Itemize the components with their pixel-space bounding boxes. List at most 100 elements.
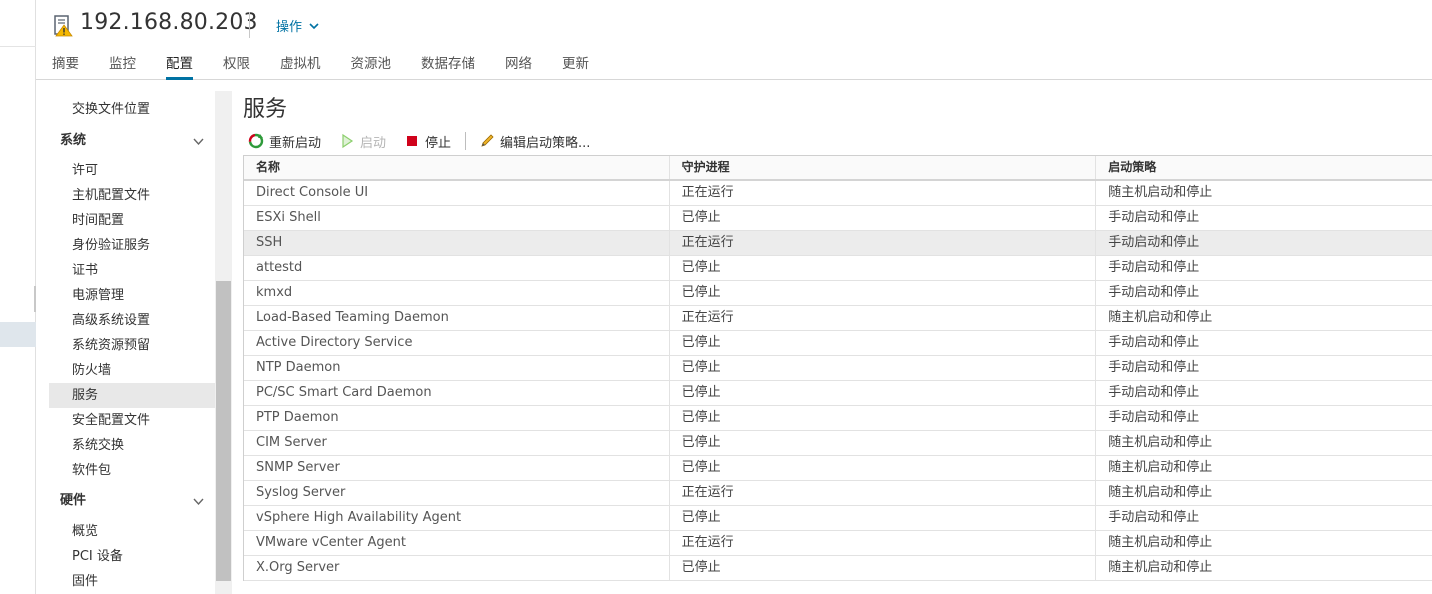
restart-icon — [248, 133, 264, 149]
service-name-cell: attestd — [244, 256, 670, 280]
tab-configure[interactable]: 配置 — [166, 54, 193, 80]
tab-monitor[interactable]: 监控 — [109, 54, 136, 80]
sidebar-scrollbar[interactable] — [215, 91, 232, 594]
startup-policy-cell: 随主机启动和停止 — [1108, 560, 1213, 575]
table-row[interactable]: NTP Daemon 已停止 手动启动和停止 — [244, 356, 1432, 381]
daemon-status-cell: 已停止 — [670, 406, 1097, 430]
service-name-cell: NTP Daemon — [244, 356, 670, 380]
tab-datastores[interactable]: 数据存储 — [421, 54, 475, 80]
edit-startup-policy-button[interactable]: 编辑启动策略... — [479, 132, 590, 151]
edit-policy-label: 编辑启动策略... — [500, 135, 591, 151]
table-row[interactable]: Active Directory Service 已停止 手动启动和停止 — [244, 331, 1432, 356]
table-row[interactable]: vSphere High Availability Agent 已停止 手动启动和停… — [244, 506, 1432, 531]
navigator-pane-edge — [0, 0, 36, 594]
service-name-cell: vSphere High Availability Agent — [244, 506, 670, 530]
service-name-cell: Syslog Server — [244, 481, 670, 505]
startup-policy-cell: 随主机启动和停止 — [1108, 535, 1213, 550]
daemon-status-cell: 已停止 — [670, 206, 1097, 230]
daemon-status-cell: 已停止 — [670, 356, 1097, 380]
service-name-cell: Direct Console UI — [244, 181, 670, 205]
table-row[interactable]: X.Org Server 已停止 随主机启动和停止 — [244, 556, 1432, 581]
table-row[interactable]: attestd 已停止 手动启动和停止 — [244, 256, 1432, 281]
chevron-down-icon — [193, 498, 204, 506]
startup-policy-cell: 随主机启动和停止 — [1108, 485, 1213, 500]
service-name-cell: SNMP Server — [244, 456, 670, 480]
sidebar-group-hardware[interactable]: 硬件 — [49, 487, 215, 515]
sidebar-group-system[interactable]: 系统 — [49, 127, 215, 155]
sidebar-scroll-thumb[interactable] — [216, 281, 231, 581]
restart-button[interactable]: 重新启动 — [248, 132, 321, 151]
table-row[interactable]: PTP Daemon 已停止 手动启动和停止 — [244, 406, 1432, 431]
table-row[interactable]: PC/SC Smart Card Daemon 已停止 手动启动和停止 — [244, 381, 1432, 406]
page-title: 服务 — [243, 97, 288, 122]
sidebar-item-pci-devices[interactable]: PCI 设备 — [49, 544, 215, 569]
object-header: 192.168.80.203 操作 摘要 监控 配置 权限 虚拟机 资源池 数据… — [36, 0, 1432, 80]
sidebar-item-firmware[interactable]: 固件 — [49, 569, 215, 594]
sidebar-item-licensing[interactable]: 许可 — [49, 158, 215, 183]
sidebar-item-swap-file-location[interactable]: 交换文件位置 — [49, 97, 215, 122]
table-header: 名称 守护进程 启动策略 — [244, 156, 1432, 181]
sidebar-item-system-swap[interactable]: 系统交换 — [49, 433, 215, 458]
table-row[interactable]: Load-Based Teaming Daemon 正在运行 随主机启动和停止 — [244, 306, 1432, 331]
column-header-startup-policy[interactable]: 启动策略 — [1096, 156, 1432, 179]
sidebar-item-firewall[interactable]: 防火墙 — [49, 358, 215, 383]
start-button[interactable]: 启动 — [339, 132, 386, 151]
startup-policy-cell: 手动启动和停止 — [1108, 260, 1200, 275]
sidebar-item-advanced-settings[interactable]: 高级系统设置 — [49, 308, 215, 333]
table-row[interactable]: CIM Server 已停止 随主机启动和停止 — [244, 431, 1432, 456]
tab-networks[interactable]: 网络 — [505, 54, 532, 80]
sidebar-item-certificate[interactable]: 证书 — [49, 258, 215, 283]
column-header-daemon[interactable]: 守护进程 — [670, 156, 1097, 179]
startup-policy-cell: 随主机启动和停止 — [1108, 310, 1213, 325]
toolbar-separator — [465, 132, 467, 150]
service-name-cell: Load-Based Teaming Daemon — [244, 306, 670, 330]
sidebar-item-resource-reservation[interactable]: 系统资源预留 — [49, 333, 215, 358]
sidebar-item-overview[interactable]: 概览 — [49, 519, 215, 544]
stop-button[interactable]: 停止 — [404, 132, 451, 151]
restart-label: 重新启动 — [269, 135, 322, 151]
column-header-name[interactable]: 名称 — [244, 156, 670, 179]
actions-menu[interactable]: 操作 — [276, 16, 320, 35]
daemon-status-cell: 已停止 — [670, 331, 1097, 355]
navigator-selected-strip[interactable] — [0, 322, 36, 347]
table-row[interactable]: SNMP Server 已停止 随主机启动和停止 — [244, 456, 1432, 481]
startup-policy-cell: 手动启动和停止 — [1108, 385, 1200, 400]
sidebar-item-packages[interactable]: 软件包 — [49, 458, 215, 483]
table-row[interactable]: Direct Console UI 正在运行 随主机启动和停止 — [244, 181, 1432, 206]
daemon-status-cell: 正在运行 — [670, 306, 1097, 330]
tab-vms[interactable]: 虚拟机 — [280, 54, 321, 80]
table-row[interactable]: kmxd 已停止 手动启动和停止 — [244, 281, 1432, 306]
sidebar-item-time-config[interactable]: 时间配置 — [49, 208, 215, 233]
sidebar-item-auth-services[interactable]: 身份验证服务 — [49, 233, 215, 258]
sidebar-item-security-profile[interactable]: 安全配置文件 — [49, 408, 215, 433]
navigator-scroll-indicator — [34, 286, 36, 312]
tab-permissions[interactable]: 权限 — [223, 54, 250, 80]
stop-label: 停止 — [425, 135, 452, 151]
tab-bar: 摘要 监控 配置 权限 虚拟机 资源池 数据存储 网络 更新 — [52, 54, 619, 80]
play-icon — [342, 133, 354, 149]
sidebar-item-host-profile[interactable]: 主机配置文件 — [49, 183, 215, 208]
daemon-status-cell: 已停止 — [670, 506, 1097, 530]
services-toolbar: 重新启动 启动 停止 编辑启动策略... — [248, 130, 608, 152]
startup-policy-cell: 手动启动和停止 — [1108, 510, 1200, 525]
tab-resource-pools[interactable]: 资源池 — [351, 54, 392, 80]
startup-policy-cell: 手动启动和停止 — [1108, 360, 1200, 375]
service-name-cell: X.Org Server — [244, 556, 670, 580]
daemon-status-cell: 已停止 — [670, 431, 1097, 455]
sidebar-item-power-management[interactable]: 电源管理 — [49, 283, 215, 308]
table-row[interactable]: ESXi Shell 已停止 手动启动和停止 — [244, 206, 1432, 231]
table-row[interactable]: Syslog Server 正在运行 随主机启动和停止 — [244, 481, 1432, 506]
startup-policy-cell: 随主机启动和停止 — [1108, 435, 1213, 450]
service-name-cell: PC/SC Smart Card Daemon — [244, 381, 670, 405]
actions-label: 操作 — [276, 20, 303, 35]
tab-updates[interactable]: 更新 — [562, 54, 589, 80]
tab-summary[interactable]: 摘要 — [52, 54, 79, 80]
daemon-status-cell: 已停止 — [670, 556, 1097, 580]
table-row[interactable]: VMware vCenter Agent 正在运行 随主机启动和停止 — [244, 531, 1432, 556]
table-row[interactable]: SSH 正在运行 手动启动和停止 — [244, 231, 1432, 256]
services-panel: 服务 重新启动 启动 停止 编辑启动策略... 名称 守护进程 启动策略 Dir… — [232, 81, 1432, 594]
sidebar-item-services[interactable]: 服务 — [49, 383, 215, 408]
service-name-cell: PTP Daemon — [244, 406, 670, 430]
service-name-cell: ESXi Shell — [244, 206, 670, 230]
service-name-cell: Active Directory Service — [244, 331, 670, 355]
